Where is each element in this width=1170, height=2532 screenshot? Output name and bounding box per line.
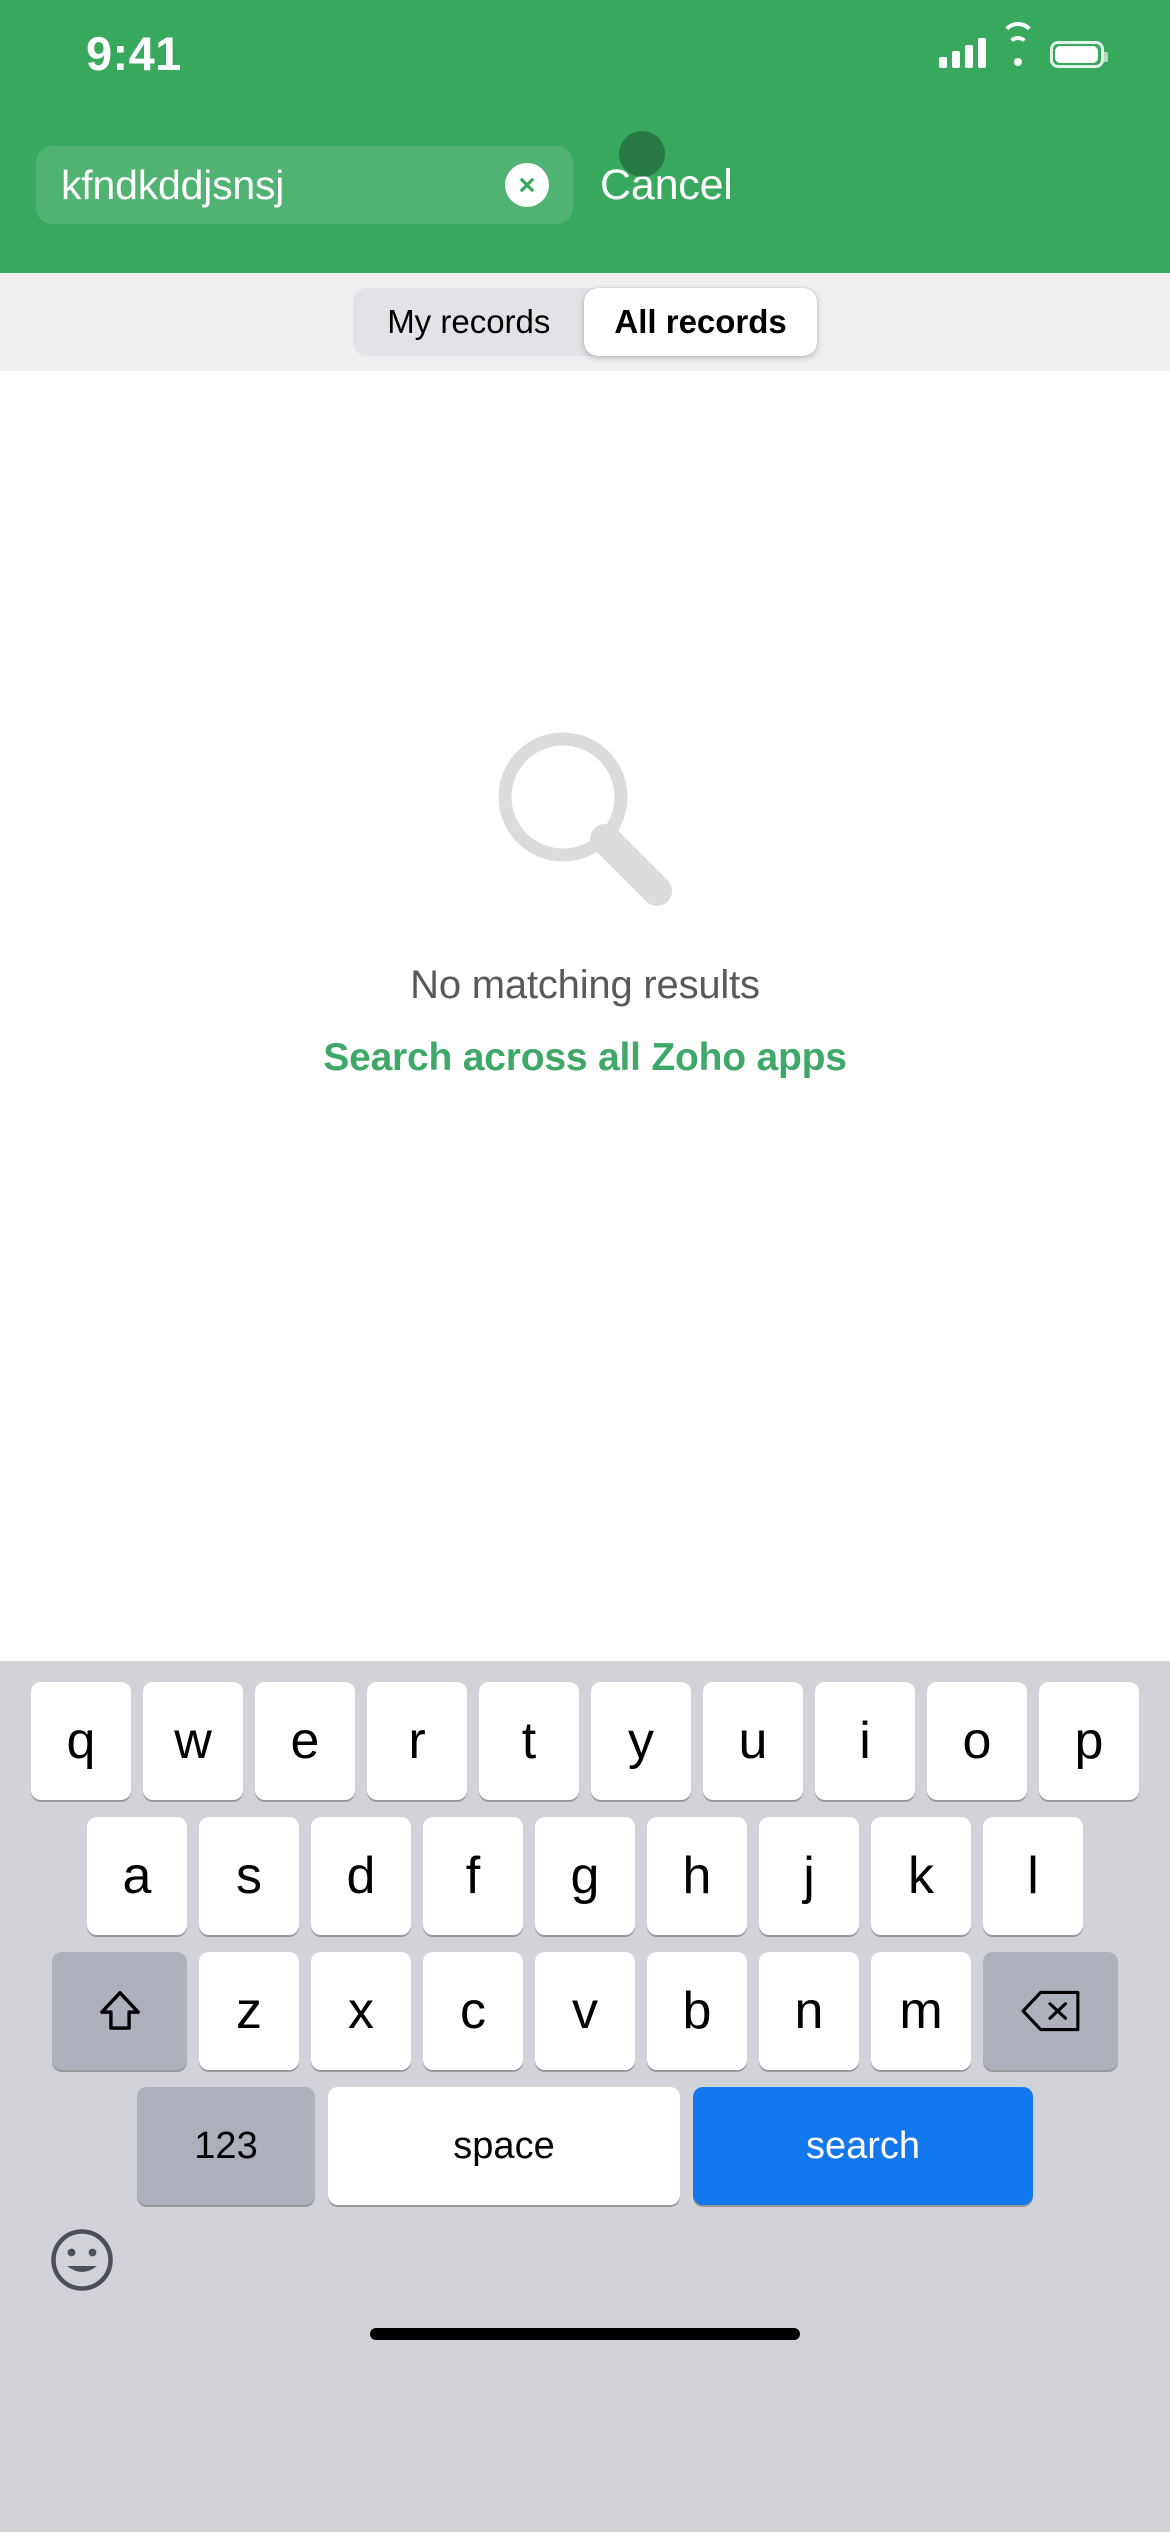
space-key[interactable]: space (328, 2087, 680, 2205)
key-h[interactable]: h (647, 1817, 747, 1935)
key-z[interactable]: z (199, 1952, 299, 2070)
status-bar: 9:41 (0, 0, 1170, 96)
keyboard-row-4: 123 space search (0, 2087, 1170, 2205)
status-bar-clock: 9:41 (86, 27, 182, 80)
empty-state: No matching results Search across all Zo… (0, 371, 1170, 1080)
keyboard-bottom-bar (0, 2205, 1170, 2373)
clear-circle-icon[interactable] (505, 163, 549, 207)
search-key[interactable]: search (693, 2087, 1033, 2205)
touch-indicator (619, 131, 665, 177)
key-c[interactable]: c (423, 1952, 523, 2070)
backspace-icon[interactable] (983, 1952, 1118, 2070)
key-v[interactable]: v (535, 1952, 635, 2070)
numbers-key[interactable]: 123 (137, 2087, 315, 2205)
keyboard-row-2: a s d f g h j k l (0, 1817, 1170, 1935)
key-n[interactable]: n (759, 1952, 859, 2070)
keyboard-row-1: q w e r t y u i o p (0, 1682, 1170, 1800)
key-p[interactable]: p (1039, 1682, 1139, 1800)
search-all-zoho-apps-link[interactable]: Search across all Zoho apps (323, 1036, 847, 1080)
key-t[interactable]: t (479, 1682, 579, 1800)
status-bar-indicators (939, 22, 1108, 68)
key-e[interactable]: e (255, 1682, 355, 1800)
key-x[interactable]: x (311, 1952, 411, 2070)
magnifier-icon (485, 725, 685, 925)
key-d[interactable]: d (311, 1817, 411, 1935)
search-bar-row: kfndkddjsnsj Cancel (0, 140, 1170, 230)
key-f[interactable]: f (423, 1817, 523, 1935)
results-area: No matching results Search across all Zo… (0, 371, 1170, 1661)
segmented-control: My records All records (353, 288, 817, 356)
key-s[interactable]: s (199, 1817, 299, 1935)
key-l[interactable]: l (983, 1817, 1083, 1935)
key-g[interactable]: g (535, 1817, 635, 1935)
wifi-icon (1000, 22, 1036, 68)
on-screen-keyboard: q w e r t y u i o p a s d f g h j k l z … (0, 1661, 1170, 2532)
keyboard-row-3: z x c v b n m (0, 1952, 1170, 2070)
tab-all-records[interactable]: All records (584, 288, 817, 356)
key-r[interactable]: r (367, 1682, 467, 1800)
cancel-button[interactable]: Cancel (600, 161, 733, 210)
key-y[interactable]: y (591, 1682, 691, 1800)
cellular-signal-icon (939, 38, 986, 68)
key-a[interactable]: a (87, 1817, 187, 1935)
emoji-smiley-icon[interactable] (49, 2227, 115, 2293)
key-u[interactable]: u (703, 1682, 803, 1800)
key-i[interactable]: i (815, 1682, 915, 1800)
records-filter-bar: My records All records (0, 273, 1170, 371)
phone-screen: 9:41 kfndkddjsnsj Cancel My records All … (0, 0, 1170, 2532)
key-k[interactable]: k (871, 1817, 971, 1935)
key-q[interactable]: q (31, 1682, 131, 1800)
app-header: 9:41 kfndkddjsnsj Cancel (0, 0, 1170, 273)
key-w[interactable]: w (143, 1682, 243, 1800)
key-o[interactable]: o (927, 1682, 1027, 1800)
search-input-value: kfndkddjsnsj (61, 161, 285, 208)
key-b[interactable]: b (647, 1952, 747, 2070)
empty-state-title: No matching results (410, 963, 760, 1007)
key-m[interactable]: m (871, 1952, 971, 2070)
tab-my-records[interactable]: My records (353, 288, 584, 356)
battery-icon (1050, 41, 1108, 68)
home-indicator-bar[interactable] (370, 2328, 800, 2340)
key-j[interactable]: j (759, 1817, 859, 1935)
search-input[interactable]: kfndkddjsnsj (36, 146, 573, 224)
shift-arrow-icon[interactable] (52, 1952, 187, 2070)
